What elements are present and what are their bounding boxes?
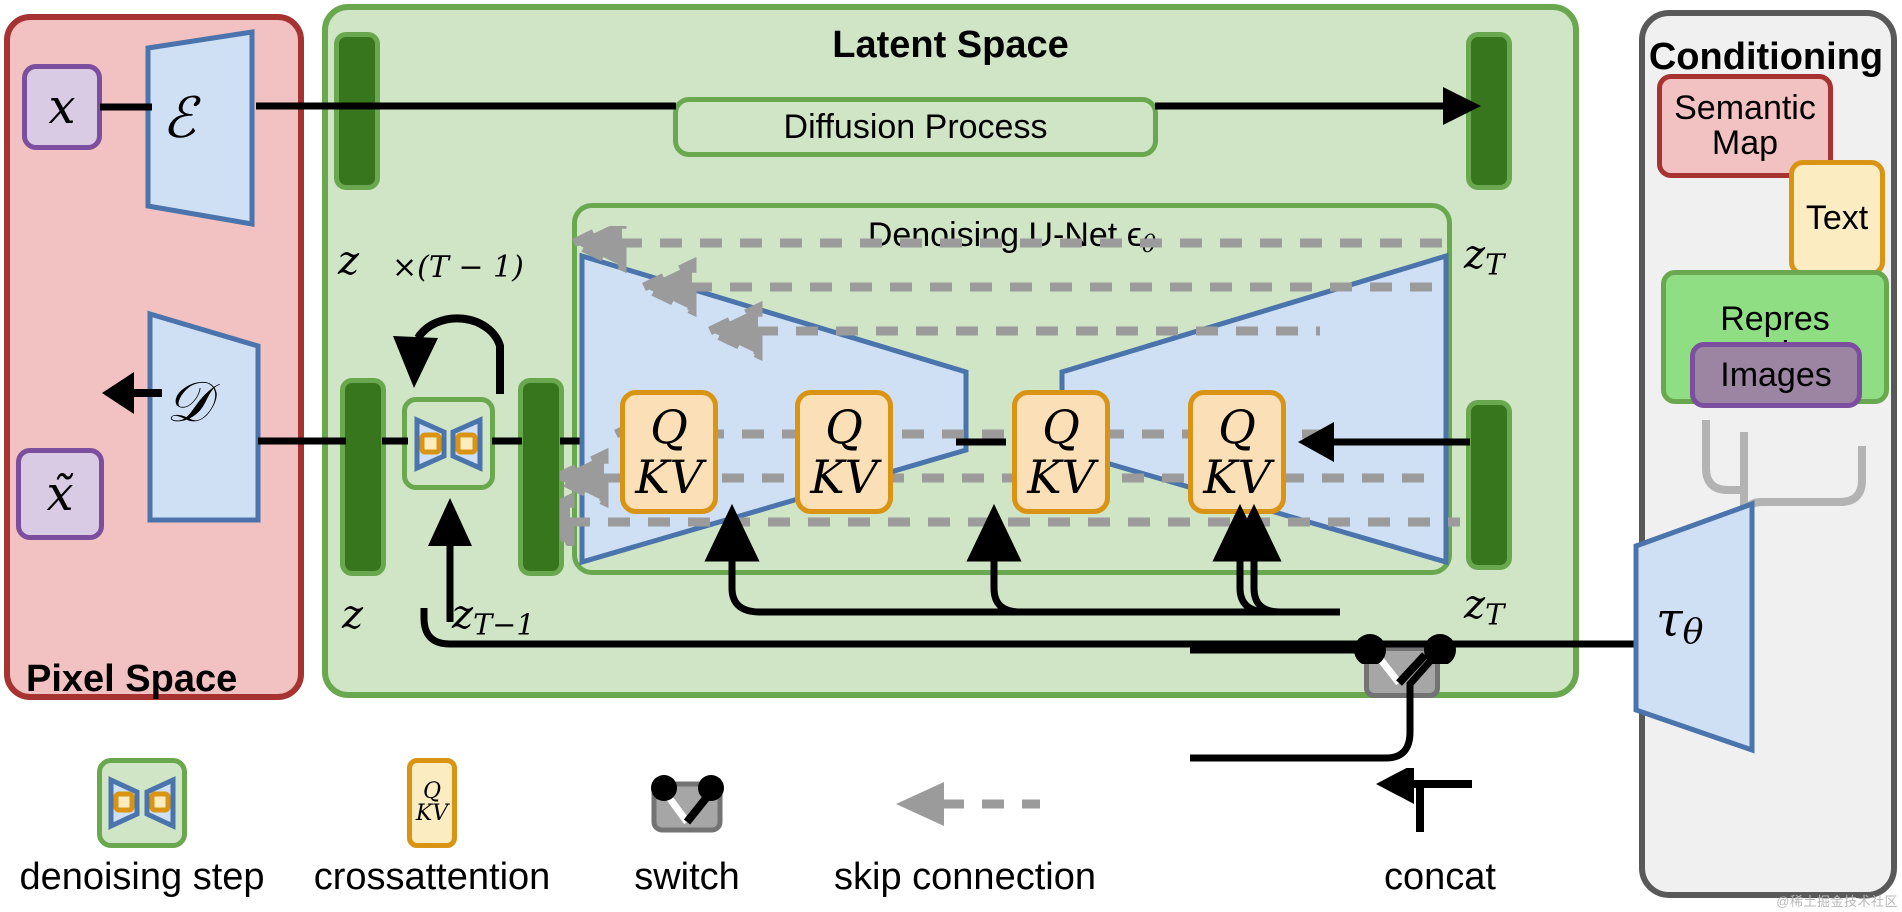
- attention-block-3: Q KV: [1012, 390, 1110, 514]
- concat-icon: [1370, 764, 1490, 840]
- legend-label-concat: concat: [1384, 856, 1496, 898]
- encoder-symbol: ℰ: [162, 86, 196, 151]
- diffusion-process-label: Diffusion Process: [783, 107, 1048, 146]
- conditioning-title: Conditioning: [1648, 36, 1884, 78]
- diffusion-process-box: Diffusion Process: [673, 97, 1158, 157]
- denoising-step-block: [402, 397, 495, 490]
- latent-label-z-top: z: [338, 238, 360, 284]
- edge-unet-mid: [956, 438, 1006, 446]
- encoder-trapezoid: [145, 29, 255, 227]
- diagram-canvas: Pixel Space x x̃ ℰ 𝒟 Latent Space Diffus…: [0, 0, 1902, 912]
- attention-kv-3: KV: [1027, 450, 1095, 504]
- chip-label-images: Images: [1720, 355, 1832, 394]
- loop-multiplier-label: ×(T − 1): [392, 250, 524, 285]
- legend: denoising step Q KV crossattention switch: [0, 742, 1640, 912]
- edge-encoder-to-diffusion: [256, 102, 676, 110]
- attention-kv-4: KV: [1203, 450, 1271, 504]
- crossattention-icon: Q KV: [407, 758, 457, 848]
- conditioning-chip-images[interactable]: Images: [1690, 342, 1862, 408]
- conditioning-chip-text[interactable]: Text: [1789, 160, 1885, 276]
- edge-z-to-denoise: [382, 437, 408, 445]
- attention-q-2: Q: [825, 400, 863, 454]
- edge-tau-to-latent: [420, 608, 1654, 648]
- edge-x-to-encoder: [100, 103, 152, 111]
- attention-block-1: Q KV: [620, 390, 718, 514]
- arrow-decoder-to-xtilde: [102, 372, 162, 414]
- attention-block-2: Q KV: [795, 390, 893, 514]
- attention-kv-2: KV: [810, 450, 878, 504]
- chip-label-text: Text: [1805, 198, 1869, 237]
- skip-connection-icon: [890, 780, 1040, 828]
- decoder-symbol: 𝒟: [166, 370, 211, 435]
- switch-icon: [645, 774, 729, 836]
- latent-label-zT-top: zT: [1464, 232, 1505, 282]
- legend-label-crossattention: crossattention: [313, 856, 551, 898]
- conditioning-feed-arrow-4: [1212, 503, 1340, 616]
- attention-q-4: Q: [1218, 400, 1256, 454]
- loop-arrow: [393, 314, 504, 394]
- latent-bar-zTminus1: [518, 378, 564, 576]
- input-x-box: x: [22, 64, 102, 150]
- arrow-tau-to-denoising-step: [428, 498, 472, 622]
- attention-kv-1: KV: [635, 450, 703, 504]
- attention-q-1: Q: [650, 400, 688, 454]
- arrow-diffusion-to-zT: [1155, 87, 1481, 125]
- attention-q-3: Q: [1042, 400, 1080, 454]
- input-x-label: x: [48, 79, 76, 135]
- denoising-step-bowtie-icon: [414, 416, 483, 472]
- latent-bar-zT-bottom: [1466, 400, 1512, 570]
- arrow-zT-into-unet: [1298, 422, 1470, 462]
- watermark: @稀土掘金技术社区: [1776, 894, 1898, 909]
- edge-decoder-to-z: [258, 437, 346, 445]
- tau-theta-symbol: τθ: [1656, 592, 1704, 653]
- attention-block-4: Q KV: [1188, 390, 1286, 514]
- output-xtilde-box: x̃: [16, 448, 104, 540]
- output-xtilde-label: x̃: [46, 466, 74, 522]
- legend-label-skip-connection: skip connection: [834, 856, 1096, 898]
- latent-label-z-bottom: z: [342, 592, 364, 638]
- latent-bar-z-bottom: [340, 378, 386, 576]
- legend-label-denoising-step: denoising step: [19, 856, 265, 898]
- legend-label-switch: switch: [634, 856, 740, 898]
- edge-denoise-to-zTm1: [492, 437, 522, 445]
- chip-label-semantic-map: Semantic Map: [1674, 89, 1816, 162]
- denoising-step-icon: [97, 758, 187, 848]
- latent-space-title: Latent Space: [832, 24, 1069, 66]
- pixel-space-title: Pixel Space: [26, 658, 238, 700]
